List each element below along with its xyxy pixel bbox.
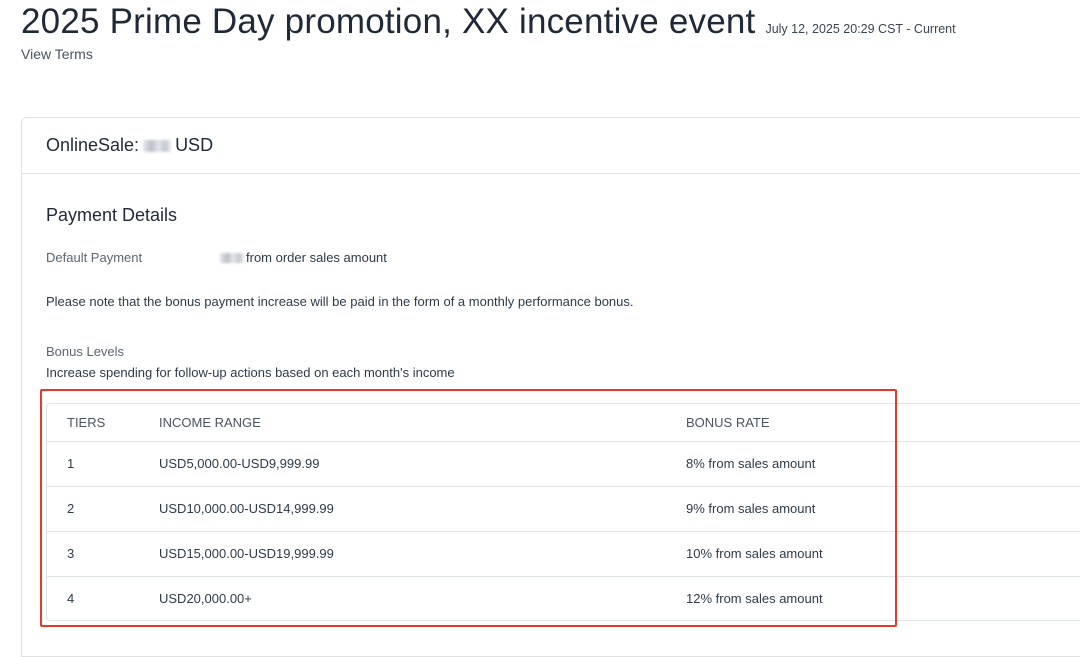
view-terms-link[interactable]: View Terms	[21, 46, 93, 62]
income-range-cell: USD10,000.00-USD14,999.99	[159, 486, 686, 532]
bonus-tiers-table: TIERS INCOME RANGE BONUS RATE 1 USD5,000…	[47, 404, 1080, 620]
card-header: OnlineSale: USD	[22, 118, 1080, 174]
income-range-cell: USD15,000.00-USD19,999.99	[159, 531, 686, 577]
tier-cell: 1	[47, 441, 159, 487]
column-header-bonus-rate: BONUS RATE	[686, 404, 1080, 442]
bonus-levels-title: Bonus Levels	[46, 344, 125, 359]
column-header-tiers: TIERS	[47, 404, 159, 442]
tier-cell: 3	[47, 531, 159, 577]
online-sale-label: OnlineSale:	[46, 135, 140, 155]
tier-cell: 2	[47, 486, 159, 532]
redacted-amount	[143, 139, 172, 152]
bonus-table-container: TIERS INCOME RANGE BONUS RATE 1 USD5,000…	[46, 403, 1080, 621]
default-payment-value: from order sales amount	[220, 250, 387, 265]
bonus-rate-cell: 12% from sales amount	[686, 590, 823, 606]
bonus-rate-cell: 8% from sales amount	[686, 441, 1080, 487]
promotion-card: OnlineSale: USD Payment Details Default …	[21, 117, 1080, 657]
tier-cell: 4	[67, 590, 75, 606]
bonus-levels-description: Increase spending for follow-up actions …	[46, 365, 455, 380]
table-row: 3 USD15,000.00-USD19,999.99 10% from sal…	[47, 531, 1080, 577]
bonus-rate-cell: 9% from sales amount	[686, 486, 1080, 532]
column-header-income-range: INCOME RANGE	[159, 404, 686, 442]
payment-details-title: Payment Details	[46, 205, 178, 225]
bonus-note: Please note that the bonus payment incre…	[46, 294, 634, 309]
default-payment-row: Default Payment from order sales amount	[46, 250, 387, 265]
table-header-row: TIERS INCOME RANGE BONUS RATE	[47, 404, 1080, 442]
default-payment-label: Default Payment	[46, 250, 143, 265]
table-row: 4 USD20,000.00+ 12% from sales amount	[47, 576, 1080, 620]
table-row: 2 USD10,000.00-USD14,999.99 9% from sale…	[47, 486, 1080, 532]
redacted-percentage	[220, 252, 244, 263]
promotion-period: July 12, 2025 20:29 CST - Current	[765, 22, 956, 36]
currency-label: USD	[175, 135, 214, 155]
default-payment-text: from order sales amount	[246, 250, 387, 265]
page-header: 2025 Prime Day promotion, XX incentive e…	[21, 2, 1071, 64]
title-row: 2025 Prime Day promotion, XX incentive e…	[21, 2, 1071, 42]
page-title: 2025 Prime Day promotion, XX incentive e…	[21, 2, 756, 41]
income-range-cell: USD5,000.00-USD9,999.99	[159, 441, 686, 487]
income-range-cell: USD20,000.00+	[159, 590, 252, 606]
table-row: 1 USD5,000.00-USD9,999.99 8% from sales …	[47, 441, 1080, 487]
bonus-rate-cell: 10% from sales amount	[686, 531, 1080, 577]
